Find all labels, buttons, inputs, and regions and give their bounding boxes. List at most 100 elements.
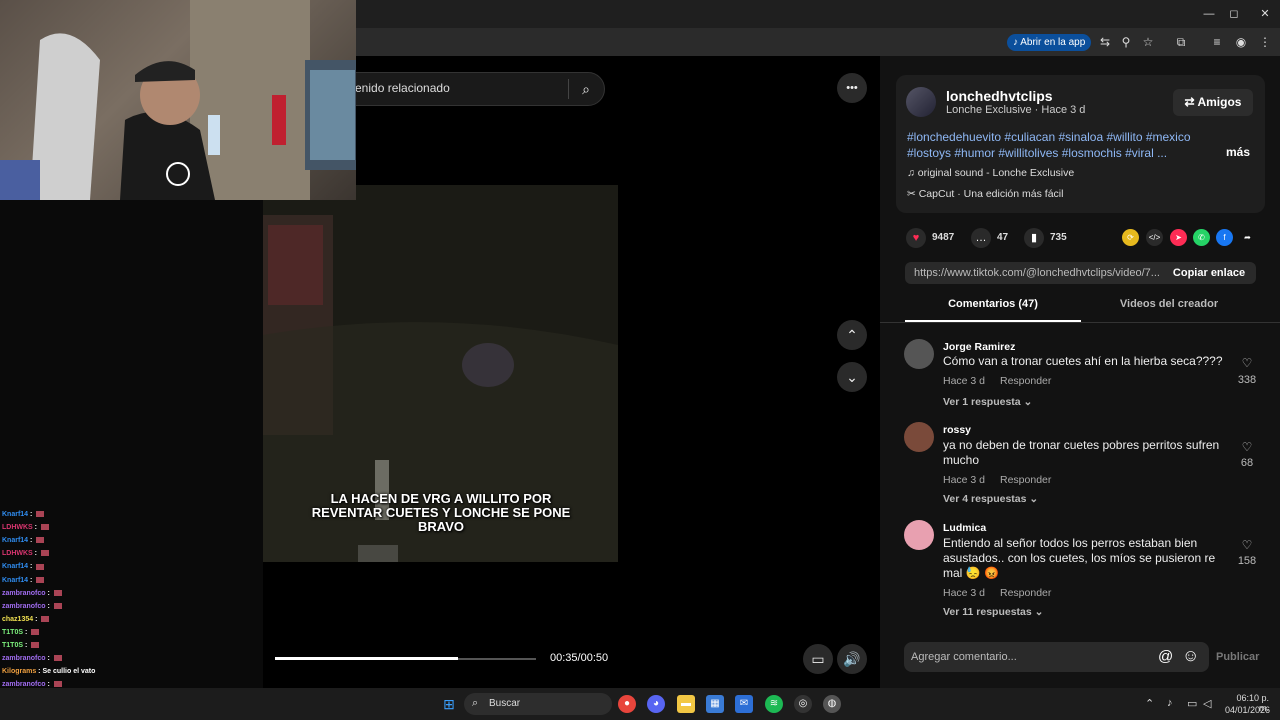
publish-button[interactable]: Publicar xyxy=(1216,651,1259,663)
discord-icon[interactable]: ◕ xyxy=(647,695,665,713)
chat-username: LDHWKS xyxy=(2,524,33,532)
clock-date[interactable]: 04/01/2026 xyxy=(1225,705,1270,715)
chat-username: LDHWKS xyxy=(2,550,33,558)
chat-message: T1T0S : xyxy=(2,641,40,651)
video-link[interactable]: https://www.tiktok.com/@lonchedhvtclips/… xyxy=(905,262,1162,284)
emote-icon xyxy=(53,681,62,688)
next-video-button[interactable]: ⌄ xyxy=(837,362,867,392)
chat-message: Knarf14 : xyxy=(2,562,45,572)
send-icon[interactable]: ➤ xyxy=(1170,229,1187,246)
webcam-overlay xyxy=(0,0,356,200)
commenter-avatar[interactable] xyxy=(904,422,934,452)
friends-button[interactable]: ⇄ Amigos xyxy=(1173,89,1253,116)
windows-start-icon[interactable]: ⊞ xyxy=(440,695,458,713)
volume-button[interactable]: 🔊 xyxy=(837,644,867,674)
like-heart-icon[interactable]: ♥ xyxy=(906,228,926,248)
profile-avatar-icon[interactable]: ◉ xyxy=(1232,33,1250,51)
commenter-name[interactable]: Jorge Ramirez xyxy=(943,341,1015,353)
translate-icon[interactable]: ⇆ xyxy=(1096,33,1114,51)
chat-username: Knarf14 xyxy=(2,563,29,571)
zoom-icon[interactable]: ⚲ xyxy=(1117,33,1135,51)
taskbar xyxy=(0,688,1280,720)
speaker-icon[interactable]: ◁ xyxy=(1203,697,1211,710)
maximize-button[interactable]: ◻ xyxy=(1225,6,1243,22)
capcut-row[interactable]: ✂ CapCut · Una edición más fácil xyxy=(907,188,1063,200)
miniplayer-button[interactable]: ▭ xyxy=(803,644,833,674)
mail-icon[interactable]: ✉ xyxy=(735,695,753,713)
creator-avatar[interactable] xyxy=(906,87,936,117)
taskbar-search[interactable] xyxy=(464,693,612,715)
chat-message: Knarf14 : xyxy=(2,510,45,520)
close-button[interactable]: ✕ xyxy=(1256,6,1274,22)
more-link[interactable]: más xyxy=(1226,145,1250,159)
emote-icon xyxy=(36,511,45,518)
browser-menu-icon[interactable]: ⋮ xyxy=(1256,33,1274,51)
view-replies-link[interactable]: Ver 4 respuestas ⌄ xyxy=(943,493,1038,505)
store-icon[interactable]: ▦ xyxy=(706,695,724,713)
search-icon: ⌕ xyxy=(472,697,479,709)
whatsapp-icon[interactable]: ✆ xyxy=(1193,229,1210,246)
comment-input[interactable]: Agregar comentario... xyxy=(911,651,1017,663)
spotify-icon[interactable]: ≋ xyxy=(765,695,783,713)
bookmark-star-icon[interactable]: ☆ xyxy=(1139,33,1157,51)
previous-video-button[interactable]: ⌃ xyxy=(837,320,867,350)
chevron-up-icon[interactable]: ⌃ xyxy=(1145,697,1154,710)
chrome-icon[interactable]: ● xyxy=(618,695,636,713)
view-replies-link[interactable]: Ver 1 respuesta ⌄ xyxy=(943,396,1032,408)
tab-divider xyxy=(880,322,1280,323)
emoji-icon[interactable]: ☺ xyxy=(1182,646,1199,666)
extensions-icon[interactable]: ⧉ xyxy=(1172,33,1190,51)
mention-icon[interactable]: @ xyxy=(1158,648,1173,665)
chat-username: T1T0S xyxy=(2,642,24,649)
capcut-label: CapCut · Una edición más fácil xyxy=(918,188,1064,200)
media-control-icon[interactable]: ≡ xyxy=(1208,33,1226,51)
chat-message: chaz1354 : xyxy=(2,615,50,625)
file-explorer-icon[interactable]: ▬ xyxy=(677,695,695,713)
reply-button[interactable]: Responder xyxy=(1000,375,1051,387)
copy-link-button[interactable]: Copiar enlace xyxy=(1162,262,1256,284)
embed-icon[interactable]: </> xyxy=(1146,229,1163,246)
chat-username: zambranofco xyxy=(2,589,46,597)
commenter-avatar[interactable] xyxy=(904,520,934,550)
emote-icon xyxy=(36,563,45,570)
facebook-icon[interactable]: f xyxy=(1216,229,1233,246)
chat-message: zambranofco : xyxy=(2,589,62,599)
open-in-app-label: Abrir en la app xyxy=(1020,37,1086,48)
search-input[interactable]: enido relacionado xyxy=(355,81,450,95)
open-in-app-button[interactable]: ♪ Abrir en la app xyxy=(1007,34,1092,51)
network-icon[interactable]: ▭ xyxy=(1187,697,1197,710)
commenter-avatar[interactable] xyxy=(904,339,934,369)
obs-icon[interactable]: ◍ xyxy=(823,695,841,713)
reply-button[interactable]: Responder xyxy=(1000,587,1051,599)
microphone-icon[interactable]: ♪ xyxy=(1167,697,1173,709)
comment-like-heart-icon[interactable]: ♡ xyxy=(1238,538,1256,552)
comment-like-heart-icon[interactable]: ♡ xyxy=(1238,440,1256,454)
sound-row[interactable]: ♫ original sound - Lonche Exclusive xyxy=(907,167,1074,179)
chat-message: Knarf14 : xyxy=(2,576,45,586)
app-icon[interactable]: ◎ xyxy=(794,695,812,713)
chat-username: T1T0S xyxy=(2,628,24,636)
video-caption: LA HACEN DE VRG A WILLITO POR REVENTAR C… xyxy=(311,491,571,534)
view-replies-link[interactable]: Ver 11 respuestas ⌄ xyxy=(943,606,1043,618)
bookmark-icon[interactable]: ▮ xyxy=(1024,228,1044,248)
search-icon[interactable]: ⌕ xyxy=(576,79,596,99)
comment-text: ya no deben de tronar cuetes pobres perr… xyxy=(943,438,1220,467)
video-time: 00:35/00:50 xyxy=(550,652,609,664)
chat-username: Kilograms xyxy=(2,668,37,676)
comment-icon[interactable]: … xyxy=(971,228,991,248)
commenter-name[interactable]: Ludmica xyxy=(943,522,986,534)
tab-creator-videos[interactable]: Videos del creador xyxy=(1081,298,1257,322)
creator-username[interactable]: lonchedhvtclips xyxy=(946,88,1053,104)
chat-text: Se cullio el vato xyxy=(42,668,96,676)
post-hashtags[interactable]: #lonchedehuevito #culiacan #sinaloa #wil… xyxy=(907,129,1227,161)
repost-icon[interactable]: ⟳ xyxy=(1122,229,1139,246)
commenter-name[interactable]: rossy xyxy=(943,424,971,436)
minimize-button[interactable]: — xyxy=(1200,6,1218,22)
more-options-button[interactable]: ••• xyxy=(837,73,867,103)
comment-like-heart-icon[interactable]: ♡ xyxy=(1238,356,1256,370)
search-divider xyxy=(568,79,569,99)
share-icon[interactable]: ➦ xyxy=(1239,229,1256,246)
reply-button[interactable]: Responder xyxy=(1000,474,1051,486)
tab-comments[interactable]: Comentarios (47) xyxy=(905,298,1081,322)
emote-icon xyxy=(40,524,49,531)
